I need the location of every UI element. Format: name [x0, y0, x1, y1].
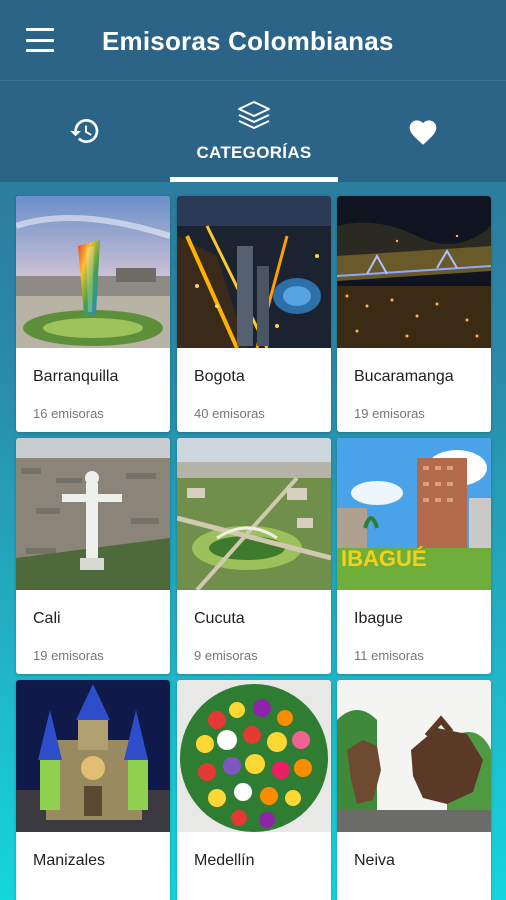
city-photo-cucuta [177, 438, 331, 590]
tab-categories-label: CATEGORÍAS [196, 143, 312, 162]
city-card-medellin[interactable]: Medellín [177, 680, 331, 900]
city-name: Barranquilla [33, 368, 119, 385]
city-card-cucuta[interactable]: Cucuta 9 emisoras [177, 438, 331, 674]
city-photo-medellin [177, 680, 331, 832]
city-card-bucaramanga[interactable]: Bucaramanga 19 emisoras [337, 196, 491, 432]
tab-history[interactable] [40, 81, 130, 181]
city-photo-manizales [16, 680, 170, 832]
city-card-neiva[interactable]: Neiva [337, 680, 491, 900]
city-count: 19 emisoras [354, 406, 425, 421]
city-count: 16 emisoras [33, 406, 104, 421]
city-photo-cali [16, 438, 170, 590]
city-photo-ibague: IBAGUÉ [337, 438, 491, 590]
app-bar: Emisoras Colombianas [0, 0, 506, 80]
heart-icon [409, 120, 437, 145]
city-name: Ibague [354, 610, 403, 627]
layers-icon [238, 101, 270, 129]
city-card-barranquilla[interactable]: Barranquilla 16 emisoras [16, 196, 170, 432]
city-card-bogota[interactable]: Bogota 40 emisoras [177, 196, 331, 432]
city-card-cali[interactable]: Cali 19 emisoras [16, 438, 170, 674]
menu-icon[interactable] [26, 28, 54, 52]
tab-favorites[interactable] [378, 81, 468, 181]
tab-indicator [170, 177, 338, 182]
city-name: Manizales [33, 852, 106, 869]
tab-categories[interactable]: CATEGORÍAS [170, 81, 338, 181]
city-photo-neiva [337, 680, 491, 832]
city-name: Cucuta [194, 610, 245, 627]
city-card-manizales[interactable]: Manizales [16, 680, 170, 900]
city-photo-barranquilla [16, 196, 170, 348]
city-name: Neiva [354, 852, 395, 869]
city-count: 9 emisoras [194, 648, 258, 663]
app-title: Emisoras Colombianas [102, 26, 394, 56]
city-photo-bogota [177, 196, 331, 348]
tab-bar: CATEGORÍAS [0, 80, 506, 182]
city-photo-bucaramanga [337, 196, 491, 348]
city-card-ibague[interactable]: IBAGUÉ Ibague 11 emisoras [337, 438, 491, 674]
ibague-sign-text: IBAGUÉ [341, 546, 427, 571]
city-name: Bucaramanga [354, 368, 454, 385]
city-name: Cali [33, 610, 61, 627]
city-count: 11 emisoras [354, 648, 424, 663]
city-count: 19 emisoras [33, 648, 104, 663]
city-name: Bogota [194, 368, 245, 385]
city-count: 40 emisoras [194, 406, 265, 421]
history-icon [70, 119, 99, 143]
city-name: Medellín [194, 852, 255, 869]
